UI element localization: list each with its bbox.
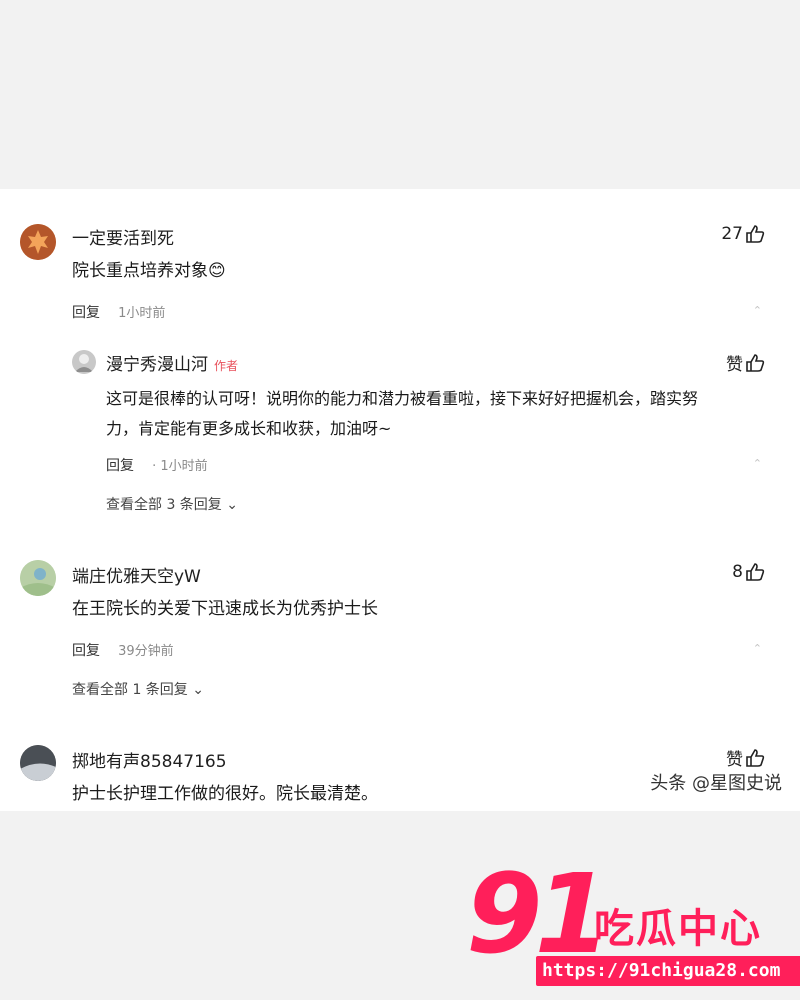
like-label: 赞 [726, 355, 743, 375]
reply-button[interactable]: 回复 [72, 305, 100, 321]
view-all-replies-link[interactable]: 查看全部 3 条回复 ⌄ [106, 494, 238, 514]
comment-username[interactable]: 端庄优雅天空yW [72, 562, 201, 587]
avatar[interactable] [20, 745, 56, 781]
dark-landscape-avatar-icon [20, 745, 56, 781]
more-menu-icon[interactable]: ⌃ [753, 457, 762, 470]
more-menu-icon[interactable]: ⌃ [753, 642, 762, 655]
comment-username[interactable]: 一定要活到死 [72, 224, 174, 249]
avatar[interactable] [20, 224, 56, 260]
like-button[interactable]: 赞 [726, 745, 765, 770]
brand-logo: 91 吃瓜中心 https://91chigua28.com [466, 850, 800, 998]
source-watermark: 头条 @星图史说 [650, 773, 782, 794]
maple-leaf-icon [20, 224, 56, 260]
logo-url: https://91chigua28.com [536, 956, 800, 986]
like-button[interactable]: 27 [721, 224, 765, 244]
reply-text: 这可是很棒的认可呀！说明你的能力和潜力被看重啦，接下来好好把握机会，踏实努 力，… [106, 389, 699, 438]
chevron-down-icon: ⌄ [226, 497, 238, 513]
reply-meta: 回复 · 1小时前 [106, 455, 208, 475]
like-button[interactable]: 赞 [726, 350, 765, 375]
chevron-down-icon: ⌄ [192, 682, 204, 698]
comment-meta: 回复 1小时前 [72, 302, 165, 322]
comment-username[interactable]: 掷地有声85847165 [72, 747, 227, 772]
reply-button[interactable]: 回复 [72, 643, 100, 659]
avatar[interactable] [20, 560, 56, 596]
author-badge: 作者 [214, 359, 239, 373]
reply-time: · 1小时前 [152, 459, 208, 474]
comment-meta: 回复 39分钟前 [72, 640, 174, 660]
reply-button[interactable]: 回复 [106, 458, 134, 474]
thumbs-up-icon [746, 353, 765, 372]
thumbs-up-icon [746, 225, 765, 243]
comment-text: 在王院长的关爱下迅速成长为优秀护士长 [72, 599, 378, 619]
comment-text: 护士长护理工作做的很好。院长最清楚。 [72, 784, 378, 804]
thumbs-up-icon [746, 563, 765, 581]
like-count: 27 [721, 224, 743, 244]
comment-time: 1小时前 [118, 306, 166, 321]
thumbs-up-icon [746, 748, 765, 767]
comment-time: 39分钟前 [118, 644, 174, 659]
view-all-replies-link[interactable]: 查看全部 1 条回复 ⌄ [72, 679, 204, 699]
reply-username[interactable]: 漫宁秀漫山河 作者 [106, 350, 238, 375]
landscape-avatar-icon [20, 560, 56, 596]
comment-text: 院长重点培养对象😊 [72, 261, 226, 281]
logo-name: 吃瓜中心 [594, 906, 762, 952]
like-count: 8 [732, 562, 743, 582]
like-label: 赞 [726, 750, 743, 770]
like-button[interactable]: 8 [732, 562, 765, 582]
comment-panel: 一定要活到死 27 院长重点培养对象😊 回复 1小时前 ⌃ 漫宁秀漫山河 作者 赞… [0, 189, 800, 811]
avatar[interactable] [72, 350, 96, 374]
more-menu-icon[interactable]: ⌃ [753, 304, 762, 317]
user-avatar-icon [72, 350, 96, 374]
